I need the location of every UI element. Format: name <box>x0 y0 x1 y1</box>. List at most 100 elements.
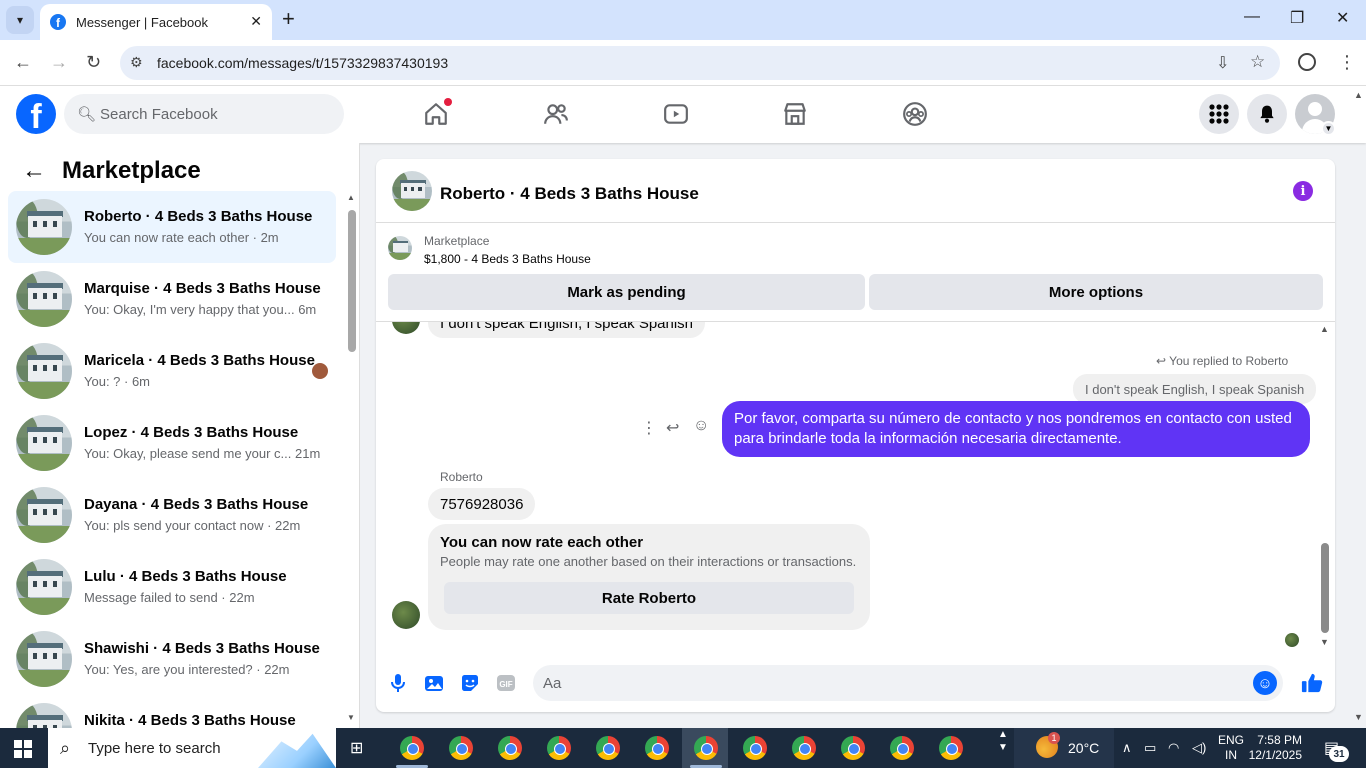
facebook-search-input[interactable] <box>100 94 330 134</box>
incoming-message[interactable]: I don't speak English, I speak Spanish <box>428 322 706 338</box>
chrome-taskbar-icon[interactable] <box>498 736 522 760</box>
chrome-taskbar-icon[interactable] <box>890 736 914 760</box>
reply-quote[interactable]: I don't speak English, I speak Spanish <box>1073 374 1317 404</box>
new-tab-icon[interactable]: + <box>282 8 295 30</box>
menu-grid-button[interactable] <box>1199 94 1239 134</box>
info-icon[interactable]: i <box>1293 181 1313 201</box>
battery-icon[interactable]: ▭ <box>1144 728 1156 768</box>
forward-arrow-icon[interactable]: → <box>50 52 68 72</box>
video-icon[interactable] <box>662 100 690 128</box>
notifications-button[interactable] <box>1247 94 1287 134</box>
groups-icon[interactable] <box>901 100 929 128</box>
listing-thumbnail[interactable] <box>388 236 412 260</box>
conversation-item[interactable]: Nikita · 4 Beds 3 Baths House <box>8 695 336 728</box>
svg-text:GIF: GIF <box>499 680 512 689</box>
taskbar-overflow-chevron-icon[interactable]: ▲ ▼ <box>998 728 1008 754</box>
tab-close-icon[interactable]: ✕ <box>250 13 262 30</box>
conversation-item[interactable]: Roberto · 4 Beds 3 Baths House You can n… <box>8 191 336 263</box>
volume-icon[interactable]: ◁) <box>1192 728 1206 768</box>
browser-profile-icon[interactable] <box>1298 53 1316 71</box>
mark-as-pending-button[interactable]: Mark as pending <box>388 274 865 310</box>
chat-scroll-down-icon[interactable]: ▼ <box>1320 637 1329 647</box>
wifi-icon[interactable]: ◠ <box>1168 728 1179 768</box>
conversation-item[interactable]: Marquise · 4 Beds 3 Baths House You: Oka… <box>8 263 336 335</box>
microphone-icon[interactable] <box>387 672 409 694</box>
taskbar-search[interactable]: ⌕ Type here to search <box>48 728 336 768</box>
chat-scroll-up-icon[interactable]: ▲ <box>1320 324 1329 334</box>
page-scroll-down-icon[interactable]: ▼ <box>1354 712 1363 722</box>
input-language[interactable]: ENG IN <box>1218 728 1244 768</box>
chrome-taskbar-icon[interactable] <box>792 736 816 760</box>
account-chevron-down-icon[interactable]: ▼ <box>1321 121 1336 136</box>
tab-search-dropdown-icon[interactable]: ▾ <box>6 6 34 34</box>
facebook-logo-icon[interactable]: f <box>16 94 56 134</box>
home-icon[interactable] <box>422 98 452 128</box>
marketplace-icon[interactable] <box>781 100 809 128</box>
window-close-icon[interactable]: ✕ <box>1336 8 1349 28</box>
photo-icon[interactable] <box>423 672 445 694</box>
scroll-down-arrow-icon[interactable]: ▼ <box>347 713 355 722</box>
chrome-taskbar-icon[interactable] <box>694 736 718 760</box>
listing-thumbnail <box>16 487 72 543</box>
reply-icon[interactable]: ↩ <box>666 418 679 438</box>
rate-roberto-button[interactable]: Rate Roberto <box>444 582 854 614</box>
url-text[interactable]: facebook.com/messages/t/1573329837430193 <box>157 55 448 71</box>
tray-overflow-chevron-icon[interactable]: ∧ <box>1122 728 1132 768</box>
chrome-taskbar-icon[interactable] <box>547 736 571 760</box>
thumbs-up-icon[interactable] <box>1301 672 1323 694</box>
chat-listing-thumbnail[interactable] <box>392 171 432 211</box>
install-app-icon[interactable]: ⇩ <box>1216 53 1229 73</box>
clock[interactable]: 7:58 PM 12/1/2025 <box>1249 728 1302 768</box>
chrome-taskbar-icon[interactable] <box>596 736 620 760</box>
outgoing-message[interactable]: Por favor, comparta su número de contact… <box>722 401 1310 457</box>
incoming-message[interactable]: 7576928036 <box>428 488 536 520</box>
bookmark-star-icon[interactable]: ☆ <box>1250 52 1265 72</box>
more-options-button[interactable]: More options <box>869 274 1323 310</box>
browser-tab[interactable]: f Messenger | Facebook ✕ <box>40 4 272 40</box>
listing-thumbnail <box>16 559 72 615</box>
minimize-icon[interactable]: — <box>1244 8 1260 26</box>
chrome-taskbar-icon[interactable] <box>743 736 767 760</box>
emoji-icon[interactable]: ☺ <box>1253 671 1277 695</box>
listing-price[interactable]: $1,800 - 4 Beds 3 Baths House <box>424 252 591 266</box>
chrome-taskbar-icon[interactable] <box>645 736 669 760</box>
scroll-up-arrow-icon[interactable]: ▲ <box>347 193 355 202</box>
more-actions-icon[interactable]: ⋮ <box>641 418 657 438</box>
sticker-icon[interactable] <box>459 672 481 694</box>
task-view-icon[interactable]: ⊞ <box>350 738 363 758</box>
facebook-search[interactable]: 🔍︎ <box>64 94 344 134</box>
back-arrow-icon[interactable]: ← <box>22 157 46 185</box>
language-code: ENG <box>1218 733 1245 747</box>
windows-start-icon[interactable] <box>14 740 32 758</box>
conversation-item[interactable]: Lulu · 4 Beds 3 Baths House Message fail… <box>8 551 336 623</box>
conversation-item[interactable]: Dayana · 4 Beds 3 Baths House You: pls s… <box>8 479 336 551</box>
conversation-snippet: You: Okay, please send me your c... 21m <box>84 446 321 461</box>
message-input[interactable] <box>543 665 1243 701</box>
page-scroll-up-icon[interactable]: ▲ <box>1354 90 1363 100</box>
chrome-taskbar-icon[interactable] <box>841 736 865 760</box>
conversation-item[interactable]: Lopez · 4 Beds 3 Baths House You: Okay, … <box>8 407 336 479</box>
conversation-item[interactable]: Shawishi · 4 Beds 3 Baths House You: Yes… <box>8 623 336 695</box>
facebook-favicon-icon: f <box>50 14 66 30</box>
message-input-wrapper[interactable]: ☺ <box>533 665 1283 701</box>
chrome-taskbar-icon[interactable] <box>400 736 424 760</box>
chrome-taskbar-icon[interactable] <box>939 736 963 760</box>
restore-icon[interactable]: ❐ <box>1290 8 1304 28</box>
sidebar-header: ← Marketplace <box>22 157 201 185</box>
friends-icon[interactable] <box>542 100 570 128</box>
react-emoji-icon[interactable]: ☺ <box>693 417 709 435</box>
reload-icon[interactable]: ↻ <box>86 52 101 72</box>
conversation-item[interactable]: Maricela · 4 Beds 3 Baths House You: ? ·… <box>8 335 336 407</box>
browser-menu-icon[interactable]: ⋮ <box>1338 52 1356 73</box>
omnibox[interactable]: ⚙ facebook.com/messages/t/15733298374301… <box>120 46 1280 80</box>
site-info-icon[interactable]: ⚙ <box>130 54 143 71</box>
chrome-taskbar-icon[interactable] <box>449 736 473 760</box>
back-arrow-icon[interactable]: ← <box>14 52 32 72</box>
rate-title: You can now rate each other <box>440 534 644 551</box>
sidebar-scrollbar[interactable] <box>348 210 356 352</box>
message-composer: GIF ☺ <box>376 662 1335 706</box>
gif-icon[interactable]: GIF <box>495 672 517 694</box>
chat-title[interactable]: Roberto · 4 Beds 3 Baths House <box>440 184 699 204</box>
chat-scrollbar[interactable] <box>1321 543 1329 633</box>
search-icon: 🔍︎ <box>77 106 97 123</box>
